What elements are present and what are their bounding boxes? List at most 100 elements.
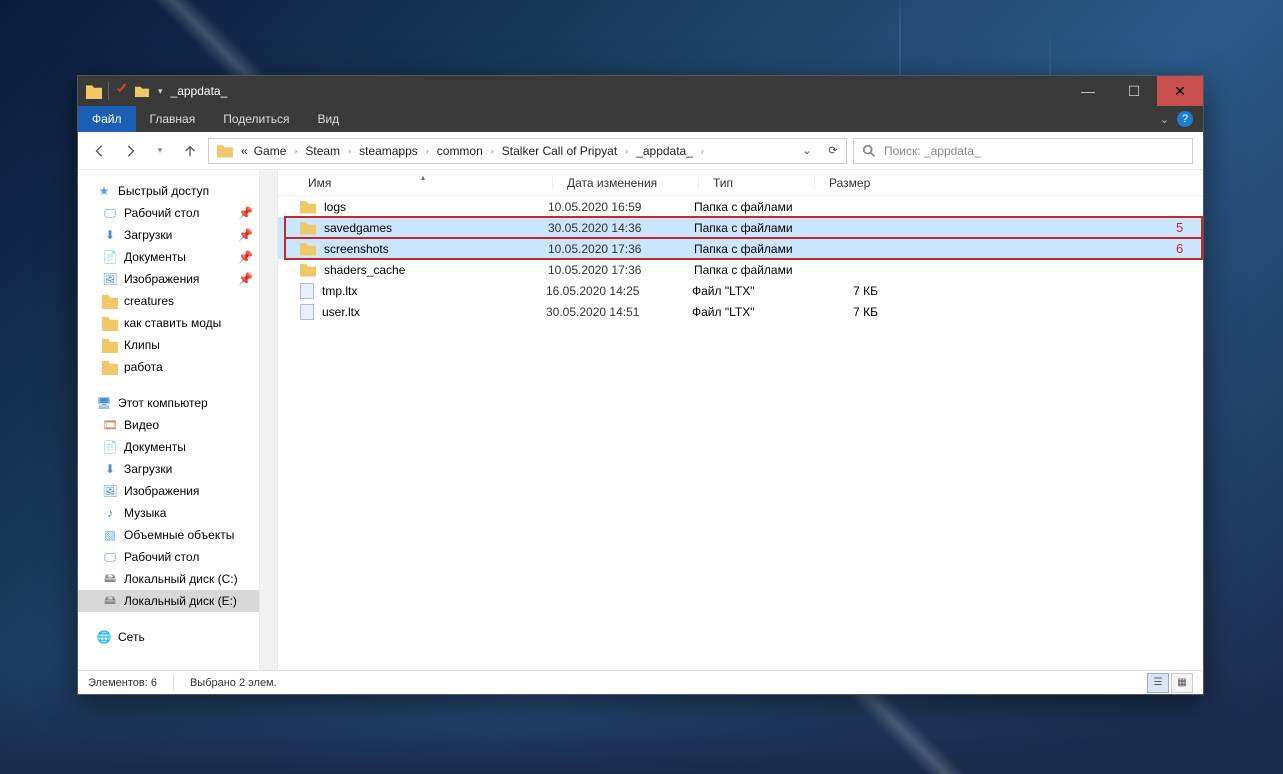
up-button[interactable] bbox=[178, 139, 202, 163]
forward-button[interactable] bbox=[118, 139, 142, 163]
tab-share[interactable]: Поделиться bbox=[209, 106, 303, 132]
sidebar-item-label: Рабочий стол bbox=[124, 550, 199, 564]
disk-icon: 🖴 bbox=[102, 571, 118, 587]
sidebar-network[interactable]: 🌐 Сеть bbox=[78, 626, 277, 648]
breadcrumb-item[interactable]: Stalker Call of Pripyat bbox=[500, 144, 619, 158]
view-icons-button[interactable]: ▦ bbox=[1171, 673, 1193, 693]
column-headers: Имя ▴ Дата изменения Тип Размер bbox=[278, 170, 1203, 196]
chevron-right-icon[interactable]: › bbox=[487, 146, 498, 156]
sort-asc-icon: ▴ bbox=[421, 173, 425, 182]
sidebar-item[interactable]: ♪Музыка bbox=[78, 502, 277, 524]
file-icon bbox=[300, 283, 314, 299]
explorer-window: ▾ _appdata_ — ☐ ✕ Файл Главная Поделитьс… bbox=[78, 76, 1203, 694]
column-date[interactable]: Дата изменения bbox=[552, 176, 698, 190]
cell-type: Папка с файлами bbox=[694, 221, 810, 235]
sidebar-item[interactable]: работа bbox=[78, 356, 277, 378]
pin-icon: 📌 bbox=[238, 250, 253, 264]
annotation-number: 6 bbox=[1176, 241, 1183, 256]
images-icon: 🖼 bbox=[102, 483, 118, 499]
cell-name: screenshots bbox=[316, 242, 548, 256]
qat-newfolder-icon[interactable] bbox=[135, 85, 149, 97]
breadcrumb-prefix[interactable]: « bbox=[239, 144, 250, 158]
sidebar-item[interactable]: 🖵 Рабочий стол bbox=[78, 546, 277, 568]
chevron-right-icon[interactable]: › bbox=[290, 146, 301, 156]
breadcrumb-item[interactable]: Game bbox=[252, 144, 289, 158]
sidebar-this-pc[interactable]: 🖥 Этот компьютер bbox=[78, 392, 277, 414]
sidebar-quick-access[interactable]: ★ Быстрый доступ bbox=[78, 180, 277, 202]
tab-view[interactable]: Вид bbox=[303, 106, 353, 132]
recent-dropdown-icon[interactable]: ▾ bbox=[148, 139, 172, 163]
status-selected: Выбрано 2 элем. bbox=[190, 677, 277, 689]
column-name[interactable]: Имя ▴ bbox=[294, 176, 552, 190]
download-icon: ⬇ bbox=[102, 227, 118, 243]
sidebar-item[interactable]: Клипы bbox=[78, 334, 277, 356]
file-row[interactable]: screenshots10.05.2020 17:36Папка с файла… bbox=[278, 238, 1203, 259]
annotation-number: 5 bbox=[1176, 220, 1183, 235]
chevron-right-icon[interactable]: › bbox=[621, 146, 632, 156]
breadcrumb-item[interactable]: Steam bbox=[303, 144, 342, 158]
breadcrumb-item[interactable]: _appdata_ bbox=[634, 144, 695, 158]
sidebar-label: Сеть bbox=[118, 630, 145, 644]
close-button[interactable]: ✕ bbox=[1157, 76, 1203, 106]
minimize-button[interactable]: — bbox=[1065, 76, 1111, 106]
column-label: Имя bbox=[308, 176, 331, 190]
file-list: Имя ▴ Дата изменения Тип Размер logs10.0… bbox=[278, 170, 1203, 670]
sidebar-item[interactable]: 🎞Видео bbox=[78, 414, 277, 436]
disk-icon: 🖴 bbox=[102, 593, 118, 609]
sidebar-item[interactable]: ⬇Загрузки📌 bbox=[78, 224, 277, 246]
sidebar-item[interactable]: creatures bbox=[78, 290, 277, 312]
file-row[interactable]: user.ltx30.05.2020 14:51Файл "LTX"7 КБ bbox=[278, 301, 1203, 322]
sidebar-item[interactable]: 🖴Локальный диск (C:) bbox=[78, 568, 277, 590]
titlebar[interactable]: ▾ _appdata_ — ☐ ✕ bbox=[78, 76, 1203, 106]
qat-properties-icon[interactable] bbox=[115, 84, 129, 98]
chevron-right-icon[interactable]: › bbox=[344, 146, 355, 156]
folder-icon bbox=[300, 263, 316, 277]
sidebar-item-label: Документы bbox=[124, 440, 186, 454]
tab-file[interactable]: Файл bbox=[78, 106, 136, 132]
sidebar-item[interactable]: 🖼Изображения📌 bbox=[78, 268, 277, 290]
sidebar-item[interactable]: 🖴Локальный диск (E:) bbox=[78, 590, 277, 612]
view-details-button[interactable]: ☰ bbox=[1147, 673, 1169, 693]
back-button[interactable] bbox=[88, 139, 112, 163]
sidebar-item[interactable]: ⬇Загрузки bbox=[78, 458, 277, 480]
address-dropdown-icon[interactable]: ⌄ bbox=[794, 139, 820, 163]
breadcrumb-item[interactable]: steamapps bbox=[357, 144, 420, 158]
sidebar-item[interactable]: 🖵Рабочий стол📌 bbox=[78, 202, 277, 224]
search-input[interactable]: Поиск: _appdata_ bbox=[853, 138, 1193, 164]
expand-ribbon-icon[interactable]: ⌄ bbox=[1160, 113, 1169, 126]
address-bar[interactable]: « Game› Steam› steamapps› common› Stalke… bbox=[208, 138, 847, 164]
chevron-right-icon[interactable]: › bbox=[422, 146, 433, 156]
sidebar-item-label: Рабочий стол bbox=[124, 206, 199, 220]
cell-name: tmp.ltx bbox=[314, 284, 546, 298]
sidebar[interactable]: ★ Быстрый доступ 🖵Рабочий стол📌⬇Загрузки… bbox=[78, 170, 278, 670]
file-row[interactable]: logs10.05.2020 16:59Папка с файлами bbox=[278, 196, 1203, 217]
breadcrumb-item[interactable]: common bbox=[435, 144, 485, 158]
column-size[interactable]: Размер bbox=[814, 176, 894, 190]
address-folder-icon bbox=[217, 144, 233, 158]
file-row[interactable]: shaders_cache10.05.2020 17:36Папка с фай… bbox=[278, 259, 1203, 280]
cell-date: 10.05.2020 16:59 bbox=[548, 200, 694, 214]
folder-icon bbox=[102, 359, 118, 375]
tab-home[interactable]: Главная bbox=[136, 106, 210, 132]
sidebar-item[interactable]: 📄Документы📌 bbox=[78, 246, 277, 268]
images-icon: 🖼 bbox=[102, 271, 118, 287]
qat-customize-icon[interactable]: ▾ bbox=[158, 86, 163, 97]
desktop-icon: 🖵 bbox=[102, 549, 118, 565]
help-icon[interactable]: ? bbox=[1177, 111, 1193, 127]
chevron-right-icon[interactable]: › bbox=[697, 146, 708, 156]
status-separator bbox=[173, 675, 174, 691]
sidebar-item[interactable]: 📄Документы bbox=[78, 436, 277, 458]
maximize-button[interactable]: ☐ bbox=[1111, 76, 1157, 106]
sidebar-item-label: Загрузки bbox=[124, 462, 172, 476]
sidebar-item-label: Загрузки bbox=[124, 228, 172, 242]
sidebar-item[interactable]: ▧Объемные объекты bbox=[78, 524, 277, 546]
column-type[interactable]: Тип bbox=[698, 176, 814, 190]
search-icon bbox=[862, 144, 876, 158]
sidebar-item[interactable]: как ставить моды bbox=[78, 312, 277, 334]
file-row[interactable]: tmp.ltx16.05.2020 14:25Файл "LTX"7 КБ bbox=[278, 280, 1203, 301]
refresh-button[interactable]: ⟳ bbox=[820, 139, 846, 163]
music-icon: ♪ bbox=[102, 505, 118, 521]
search-placeholder: Поиск: _appdata_ bbox=[884, 144, 981, 158]
sidebar-item[interactable]: 🖼Изображения bbox=[78, 480, 277, 502]
file-row[interactable]: savedgames30.05.2020 14:36Папка с файлам… bbox=[278, 217, 1203, 238]
